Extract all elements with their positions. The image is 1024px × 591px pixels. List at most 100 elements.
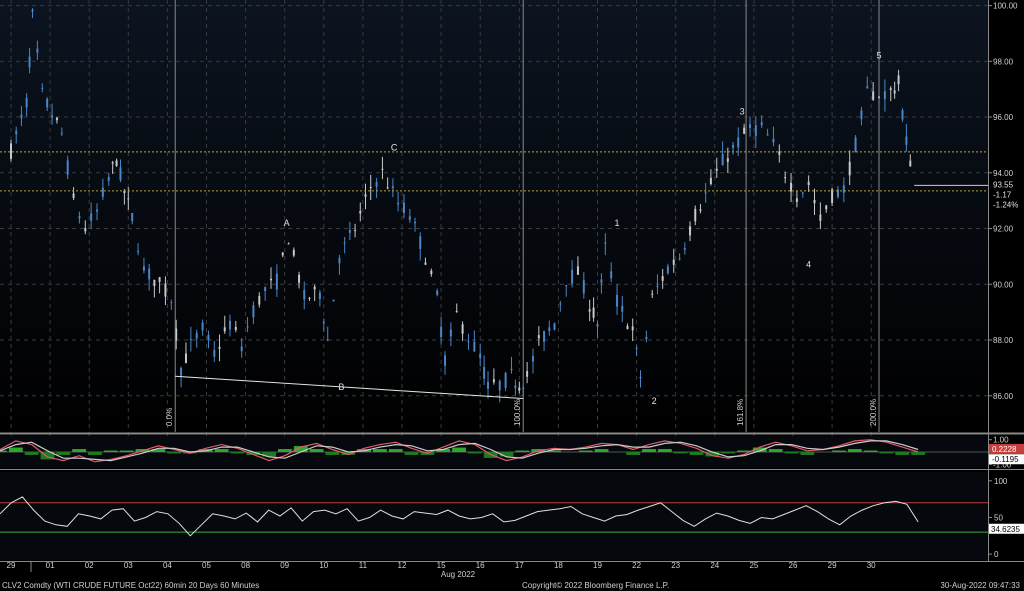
- candle-body: [559, 303, 562, 305]
- candle-body: [721, 153, 724, 166]
- candle-body: [287, 243, 290, 245]
- candle-body: [807, 181, 810, 186]
- x-tick-label: 08: [241, 561, 250, 570]
- candle-body: [131, 213, 134, 222]
- candle-body: [213, 350, 216, 357]
- candle-body: [318, 292, 321, 299]
- wave-label: 2: [652, 396, 657, 406]
- candle-body: [645, 336, 648, 340]
- macd-histogram-bar: [863, 450, 878, 452]
- candle-body: [790, 182, 793, 192]
- candle-body: [483, 366, 486, 379]
- x-tick-label: 02: [85, 561, 94, 570]
- candle-body: [25, 97, 28, 108]
- candle-body: [631, 326, 634, 331]
- candle-body: [402, 202, 405, 213]
- candle-body: [737, 137, 740, 148]
- macd-histogram-bar: [879, 452, 894, 454]
- candle-body: [531, 356, 534, 362]
- candle-body: [467, 341, 470, 343]
- candle-body: [228, 320, 231, 330]
- candle-body: [610, 271, 613, 279]
- candle-body: [281, 252, 284, 256]
- candle-body: [303, 289, 306, 300]
- candle-body: [119, 167, 122, 181]
- candle-body: [784, 177, 787, 179]
- price-change-pct-label: -1.24%: [993, 200, 1018, 209]
- candle-body: [170, 302, 173, 304]
- macd-histogram-bar: [119, 450, 134, 452]
- candle-body: [748, 124, 751, 128]
- candle-body: [313, 286, 316, 290]
- candle-body: [234, 326, 237, 330]
- candle-body: [492, 379, 495, 383]
- x-tick-label: 22: [632, 561, 641, 570]
- candle-body: [576, 266, 579, 275]
- footer-security-description: CLV2 Comdty (WTI CRUDE FUTURE Oct22) 60m…: [2, 581, 260, 590]
- candle-body: [571, 269, 574, 284]
- candle-body: [825, 205, 828, 210]
- candle-body: [616, 294, 619, 307]
- candle-body: [381, 168, 384, 170]
- macd-panel: [0, 436, 988, 468]
- candle-body: [96, 209, 99, 212]
- candle-body: [338, 257, 341, 264]
- macd-histogram-bar: [278, 449, 292, 452]
- x-tick-label: 15: [437, 561, 446, 570]
- x-tick-label: 16: [476, 561, 485, 570]
- x-tick-label: 09: [280, 561, 289, 570]
- wave-label: B: [338, 382, 344, 392]
- candle-body: [375, 182, 378, 187]
- candle-body: [848, 161, 851, 176]
- candle-body: [436, 290, 439, 295]
- rsi-value-label: 34.6235: [991, 525, 1020, 534]
- macd-histogram-bar: [467, 452, 482, 454]
- candle-body: [111, 162, 114, 164]
- candle-body: [51, 115, 54, 118]
- candle-body: [901, 110, 904, 120]
- candle-body: [461, 324, 464, 334]
- candle-body: [813, 200, 816, 204]
- candle-body: [46, 98, 49, 108]
- x-tick-label: 18: [554, 561, 563, 570]
- x-tick-label: 19: [593, 561, 602, 570]
- x-tick-label: 30: [867, 561, 876, 570]
- x-tick-label: 03: [124, 561, 133, 570]
- candle-body: [137, 250, 140, 253]
- candle-body: [36, 48, 39, 53]
- y-tick-label: 88.00: [993, 336, 1014, 345]
- macd-histogram-bar: [230, 452, 245, 454]
- macd-histogram-bar: [325, 452, 340, 455]
- x-tick-label: 11: [359, 561, 368, 570]
- candle-body: [754, 125, 757, 136]
- y-tick-label: 100.00: [993, 2, 1018, 11]
- candle-body: [537, 335, 540, 339]
- macd-histogram-bar: [721, 452, 736, 454]
- y-tick-label: 98.00: [993, 57, 1014, 66]
- candle-body: [60, 132, 63, 134]
- candle-body: [905, 136, 908, 145]
- macd-histogram-bar: [372, 449, 387, 452]
- candle-body: [726, 158, 729, 162]
- x-tick-label: 25: [749, 561, 758, 570]
- candle-body: [449, 329, 452, 337]
- candle-body: [397, 202, 400, 205]
- candle-body: [15, 130, 18, 135]
- x-tick-label: 29: [7, 561, 16, 570]
- candle-body: [661, 276, 664, 281]
- candle-body: [596, 323, 599, 327]
- candle-body: [195, 332, 198, 339]
- candle-body: [101, 187, 104, 197]
- x-tick-label: 04: [163, 561, 172, 570]
- candle-body: [510, 368, 513, 371]
- candle-body: [84, 228, 87, 232]
- macd-histogram-bar: [800, 452, 815, 455]
- candle-body: [430, 270, 433, 275]
- candle-body: [504, 372, 507, 388]
- candle-body: [872, 91, 875, 100]
- candle-body: [656, 286, 659, 288]
- candle-body: [348, 230, 351, 233]
- candle-body: [626, 325, 629, 330]
- wave-label: C: [391, 143, 398, 153]
- macd-histogram-bar: [404, 452, 419, 455]
